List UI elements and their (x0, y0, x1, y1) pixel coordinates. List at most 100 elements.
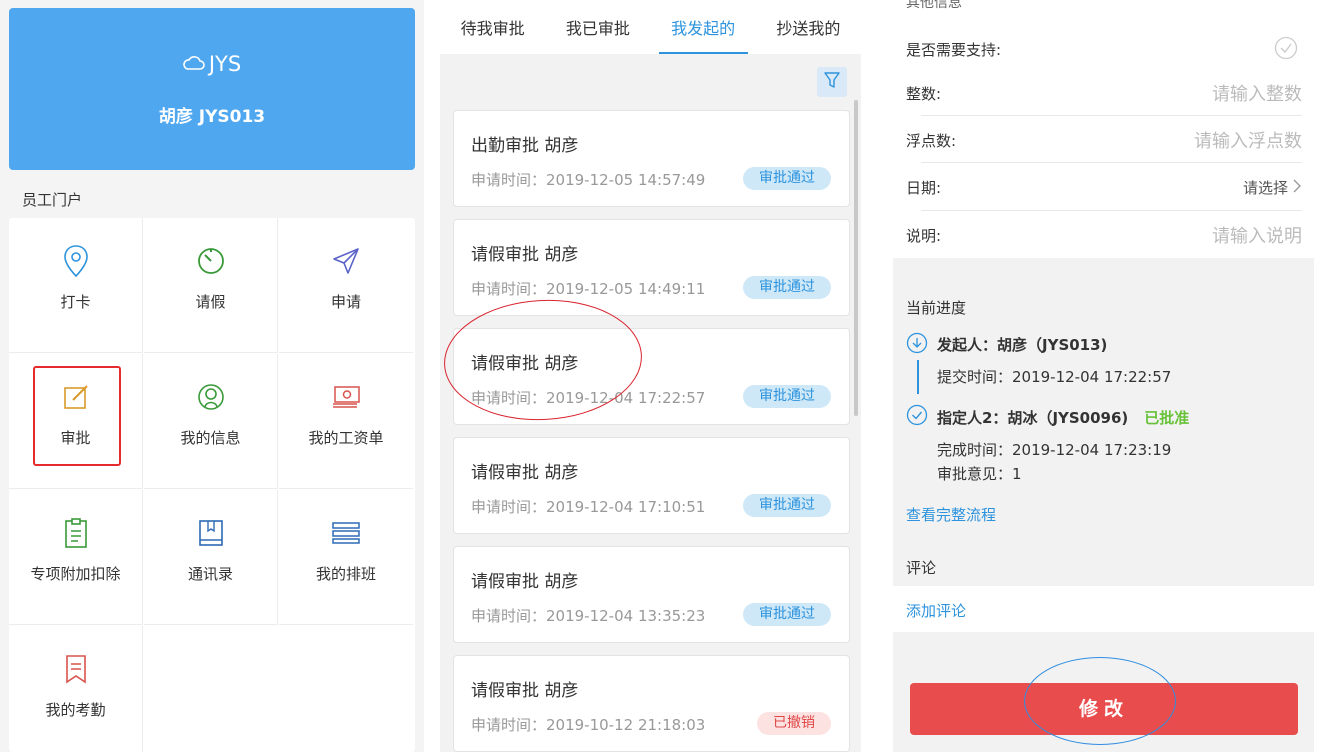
list-item[interactable]: 请假审批 胡彦 申请时间：2019-12-05 14:49:11 审批通过 (453, 219, 850, 316)
clipboard-icon (9, 516, 142, 550)
filter-button[interactable] (817, 67, 847, 97)
schedule-icon (279, 516, 413, 550)
bookmark-icon (9, 652, 142, 686)
filter-icon (823, 71, 841, 93)
item-title: 请假审批 胡彦 (471, 572, 579, 592)
field-float[interactable]: 浮点数: 请输入浮点数 (906, 116, 1302, 163)
tab-cc[interactable]: 抄送我的 (756, 0, 861, 54)
status-badge: 审批通过 (743, 276, 831, 299)
note-input[interactable]: 请输入说明 (1212, 222, 1302, 248)
highlight-box (33, 366, 121, 466)
approval-list-panel: 待我审批 我已审批 我发起的 抄送我的 出勤审批 胡彦 申请时间：2019-12… (440, 0, 861, 752)
paper-plane-icon (279, 244, 413, 278)
step-initiator: 发起人：胡彦（JYS013) 提交时间：2019-12-04 17:22:57 (906, 332, 1306, 392)
tile-label: 我的考勤 (45, 701, 106, 719)
brand: JYS (9, 52, 415, 76)
status-badge: 审批通过 (743, 385, 831, 408)
step-time: 提交时间：2019-12-04 17:22:57 (937, 368, 1172, 386)
item-time: 申请时间：2019-12-04 17:10:51 (471, 498, 706, 516)
field-date[interactable]: 日期: 请选择 (906, 163, 1302, 210)
approval-detail-panel: 其他信息 是否需要支持: 整数: 请输入整数 浮点数: 请输入浮点数 日期: 请… (893, 0, 1314, 752)
progress-title: 当前进度 (906, 299, 967, 317)
portal-grid: 打卡 请假 申请 审批 我的信息 我的工资单 专项附加扣除 通讯录 我的排班 我… (9, 218, 415, 752)
section-title: 其他信息 (906, 0, 962, 11)
list-item[interactable]: 出勤审批 胡彦 申请时间：2019-12-05 14:57:49 审批通过 (453, 110, 850, 207)
home-panel: JYS 胡彦 JYS013 员工门户 打卡 请假 申请 审批 我的信息 我的工资 (0, 0, 424, 752)
user-name: 胡彦 JYS013 (158, 107, 266, 127)
comment-title: 评论 (906, 559, 937, 577)
tile-label: 通讯录 (187, 565, 233, 583)
arrow-down-circle-icon (906, 332, 928, 358)
tile-apply[interactable]: 申请 (279, 218, 413, 353)
item-title: 请假审批 胡彦 (471, 681, 579, 701)
comment-area: 添加评论 (893, 586, 1314, 632)
section-title: 员工门户 (22, 191, 83, 209)
check-circle-icon[interactable] (1274, 36, 1298, 64)
tile-leave[interactable]: 请假 (144, 218, 278, 353)
integer-input[interactable]: 请输入整数 (1212, 80, 1302, 106)
profile-header: JYS 胡彦 JYS013 (9, 8, 415, 170)
status-badge: 审批通过 (743, 494, 831, 517)
scrollbar[interactable] (854, 100, 858, 416)
list-item[interactable]: 请假审批 胡彦 申请时间：2019-12-04 17:10:51 审批通过 (453, 437, 850, 534)
tab-pending[interactable]: 待我审批 (440, 0, 545, 54)
tile-clock-in[interactable]: 打卡 (9, 218, 143, 353)
tile-label: 我的信息 (180, 429, 241, 447)
tab-approved[interactable]: 我已审批 (545, 0, 650, 54)
list-item[interactable]: 请假审批 胡彦 申请时间：2019-12-04 13:35:23 审批通过 (453, 546, 850, 643)
tile-schedule[interactable]: 我的排班 (279, 490, 413, 625)
tile-contacts[interactable]: 通讯录 (144, 490, 278, 625)
list-item[interactable]: 请假审批 胡彦 申请时间：2019-10-12 21:18:03 已撤销 (453, 655, 850, 752)
status-badge: 已撤销 (757, 712, 831, 735)
field-integer[interactable]: 整数: 请输入整数 (906, 69, 1302, 116)
field-note[interactable]: 说明: 请输入说明 (906, 211, 1302, 258)
step-name: 指定人2：胡冰（JYS0096) (937, 409, 1129, 427)
field-label: 浮点数: (906, 132, 957, 150)
tile-my-info[interactable]: 我的信息 (144, 354, 278, 489)
cloud-icon (182, 52, 205, 76)
step-assignee: 指定人2：胡冰（JYS0096) 已批准 完成时间：2019-12-04 17:2… (906, 404, 1306, 484)
float-input[interactable]: 请输入浮点数 (1194, 127, 1302, 153)
status-badge: 审批通过 (743, 603, 831, 626)
tile-payslip[interactable]: 我的工资单 (279, 354, 413, 489)
field-label: 说明: (906, 227, 942, 245)
tab-initiated[interactable]: 我发起的 (651, 0, 756, 54)
item-title: 请假审批 胡彦 (471, 245, 579, 265)
date-picker[interactable]: 请选择 (1243, 177, 1288, 198)
highlight-ellipse (1024, 657, 1176, 745)
item-title: 出勤审批 胡彦 (471, 136, 579, 156)
tile-label: 专项附加扣除 (30, 565, 121, 583)
tile-label: 申请 (330, 293, 361, 311)
add-comment-link[interactable]: 添加评论 (906, 600, 966, 621)
location-pin-icon (9, 244, 142, 278)
item-time: 申请时间：2019-10-12 21:18:03 (471, 716, 706, 734)
item-time: 申请时间：2019-12-05 14:49:11 (471, 280, 706, 298)
status-badge: 审批通过 (743, 167, 831, 190)
step-time: 完成时间：2019-12-04 17:23:19 (937, 441, 1172, 459)
item-time: 申请时间：2019-12-05 14:57:49 (471, 171, 706, 189)
timeline-line (917, 360, 919, 394)
tab-bar: 待我审批 我已审批 我发起的 抄送我的 (440, 0, 861, 54)
status-badge: 已批准 (1144, 409, 1190, 427)
tile-label: 打卡 (60, 293, 91, 311)
step-name: 发起人：胡彦（JYS013) (937, 336, 1108, 354)
chevron-right-icon (1292, 178, 1302, 198)
step-comment: 审批意见：1 (937, 465, 1022, 483)
tile-label: 请假 (195, 293, 226, 311)
brand-name: JYS (208, 52, 242, 76)
timer-icon (144, 244, 277, 278)
field-label: 是否需要支持: (906, 41, 1002, 59)
book-icon (144, 516, 277, 550)
detail-form: 其他信息 是否需要支持: 整数: 请输入整数 浮点数: 请输入浮点数 日期: 请… (893, 0, 1314, 258)
tile-label: 我的排班 (315, 565, 376, 583)
view-flow-link[interactable]: 查看完整流程 (906, 504, 996, 525)
user-icon (144, 380, 277, 414)
field-label: 日期: (906, 179, 942, 197)
item-time: 申请时间：2019-12-04 13:35:23 (471, 607, 706, 625)
money-icon (279, 380, 413, 414)
field-label: 整数: (906, 85, 942, 103)
item-title: 请假审批 胡彦 (471, 463, 579, 483)
tile-attendance[interactable]: 我的考勤 (9, 626, 143, 752)
tile-deduction[interactable]: 专项附加扣除 (9, 490, 143, 625)
field-support[interactable]: 是否需要支持: (906, 25, 1302, 72)
